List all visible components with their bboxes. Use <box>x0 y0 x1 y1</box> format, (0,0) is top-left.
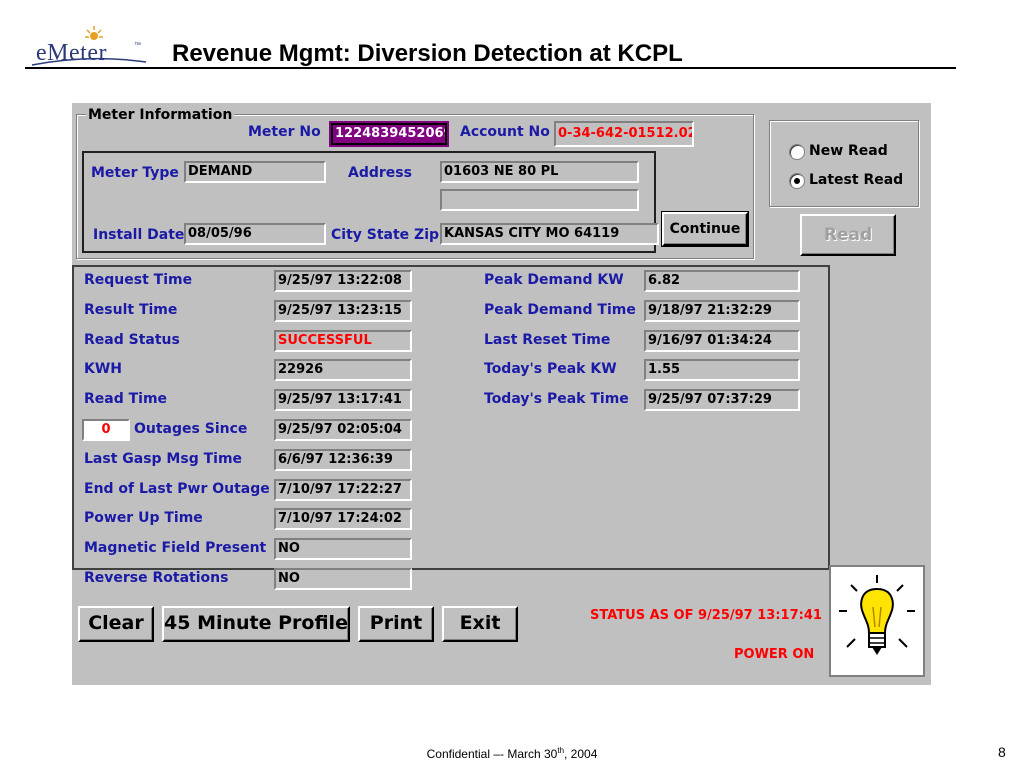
45-minute-profile-button[interactable]: 45 Minute Profile <box>162 606 350 642</box>
city-state-zip-label: City State Zip <box>331 227 440 243</box>
peak-result-value-field[interactable]: 9/25/97 07:37:29 <box>644 389 800 412</box>
footer-text-before: Confidential –- March 30 <box>426 747 558 761</box>
result-value-field[interactable]: 9/25/97 13:17:41 <box>274 389 412 412</box>
clear-button[interactable]: Clear <box>78 606 154 642</box>
result-label: Request Time <box>84 272 193 288</box>
outage-count-field[interactable]: 0 <box>82 419 130 441</box>
logo-trademark: ™ <box>134 42 141 49</box>
result-label: Power Up Time <box>84 510 203 527</box>
diversion-detection-window: Meter Information Meter No 1224839452069… <box>72 103 931 685</box>
read-button[interactable]: Read <box>800 214 896 256</box>
result-label: Magnetic Field Present <box>84 540 267 557</box>
result-label: End of Last Pwr Outage <box>84 480 270 497</box>
address-line1-field[interactable]: 01603 NE 80 PL <box>440 161 639 183</box>
result-value-field[interactable]: NO <box>274 568 412 590</box>
footer-text-after: , 2004 <box>564 747 598 761</box>
print-button[interactable]: Print <box>358 606 434 642</box>
latest-read-radio-icon[interactable] <box>789 173 805 189</box>
result-label: Result Time <box>84 301 178 318</box>
peak-result-label: Peak Demand Time <box>484 301 636 318</box>
address-label: Address <box>348 165 412 181</box>
result-label: Read Time <box>84 391 168 408</box>
result-label: KWH <box>84 361 123 378</box>
meter-type-label: Meter Type <box>91 165 179 181</box>
result-label: Reverse Rotations <box>84 570 229 586</box>
result-value-field[interactable]: 7/10/97 17:24:02 <box>274 508 412 531</box>
title-divider <box>25 67 956 69</box>
result-value-field[interactable]: 7/10/97 17:22:27 <box>274 478 412 501</box>
result-label: Read Status <box>84 331 180 348</box>
meter-no-field[interactable]: 1224839452069 <box>329 121 449 147</box>
peak-result-value-field[interactable]: 9/16/97 01:34:24 <box>644 329 800 352</box>
continue-button[interactable]: Continue <box>661 211 749 247</box>
account-no-label: Account No <box>460 124 550 140</box>
result-value-field[interactable]: 9/25/97 13:23:15 <box>274 299 412 322</box>
address-line2-field[interactable] <box>440 189 639 211</box>
exit-button[interactable]: Exit <box>442 606 518 642</box>
power-status-text: POWER ON <box>734 647 815 662</box>
account-no-field[interactable]: 0-34-642-01512.02 <box>554 121 694 147</box>
peak-result-value-field[interactable]: 9/18/97 21:32:29 <box>644 299 800 322</box>
meter-information-legend: Meter Information <box>86 107 235 123</box>
install-date-label: Install Date <box>93 227 185 243</box>
power-status-bulb-icon <box>829 565 925 677</box>
result-value-field[interactable]: NO <box>274 538 412 561</box>
new-read-radio-icon[interactable] <box>789 144 805 160</box>
peak-result-label: Today's Peak KW <box>484 361 617 378</box>
emeter-logo: eMeter ™ <box>30 26 150 71</box>
meter-type-field[interactable]: DEMAND <box>184 161 326 183</box>
footer-superscript: th <box>557 746 565 755</box>
result-value-field[interactable]: 6/6/97 12:36:39 <box>274 448 412 471</box>
page-number: 8 <box>998 744 1006 760</box>
peak-result-label: Last Reset Time <box>484 331 611 348</box>
new-read-label[interactable]: New Read <box>809 143 888 159</box>
install-date-field[interactable]: 08/05/96 <box>184 223 326 245</box>
city-state-zip-field[interactable]: KANSAS CITY MO 64119 <box>440 223 659 245</box>
result-value-field[interactable]: 22926 <box>274 359 412 382</box>
result-label: Last Gasp Msg Time <box>84 450 243 467</box>
peak-result-value-field[interactable]: 1.55 <box>644 359 800 382</box>
peak-result-label: Today's Peak Time <box>484 391 629 408</box>
meter-no-label: Meter No <box>248 124 321 140</box>
result-value-field[interactable]: 9/25/97 13:22:08 <box>274 270 412 292</box>
read-options-group <box>769 120 919 207</box>
latest-read-label[interactable]: Latest Read <box>809 172 903 188</box>
status-as-of-text: STATUS AS OF 9/25/97 13:17:41 <box>590 608 822 623</box>
result-value-field[interactable]: SUCCESSFUL <box>274 329 412 352</box>
peak-result-value-field[interactable]: 6.82 <box>644 270 800 292</box>
slide-footer: Confidential –- March 30th, 2004 <box>0 746 1024 761</box>
result-label: Outages Since <box>134 421 248 437</box>
slide-title: Revenue Mgmt: Diversion Detection at KCP… <box>172 40 683 67</box>
result-value-field[interactable]: 9/25/97 02:05:04 <box>274 419 412 441</box>
peak-result-label: Peak Demand KW <box>484 272 624 288</box>
